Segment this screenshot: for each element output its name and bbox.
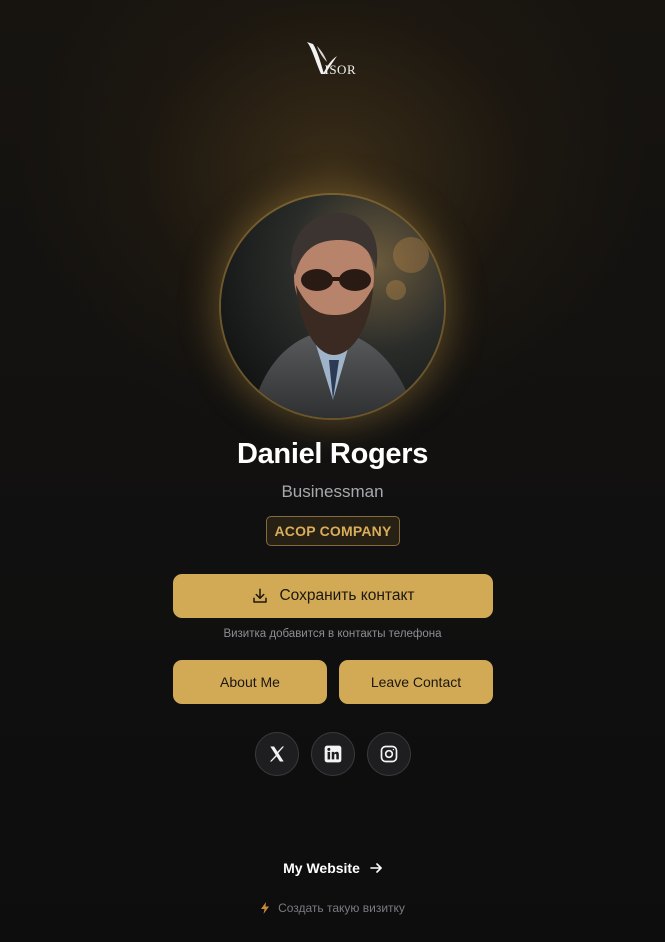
create-card-label: Создать такую визитку [278,901,405,915]
leave-contact-label: Leave Contact [370,674,462,690]
profile-photo [221,195,444,418]
create-card-link[interactable]: Создать такую визитку [0,901,665,915]
profile-name: Daniel Rogers [236,438,429,470]
instagram-button[interactable] [367,732,411,776]
company-badge: ACOP COMPANY [266,516,400,546]
lightning-icon [261,902,270,914]
save-contact-label: Сохранить контакт [279,587,415,604]
arrow-right-icon [370,863,382,873]
about-me-label: About Me [220,674,280,690]
wing-v-logo-icon: ISOR [303,38,363,78]
x-twitter-button[interactable] [255,732,299,776]
about-me-button[interactable]: About Me [173,660,327,704]
leave-contact-button[interactable]: Leave Contact [339,660,493,704]
linkedin-button[interactable] [311,732,355,776]
x-twitter-icon [269,746,285,762]
my-website-label: My Website [283,860,360,876]
save-contact-button[interactable]: Сохранить контакт [173,574,493,618]
instagram-icon [380,745,398,763]
linkedin-icon [324,745,342,763]
my-website-link[interactable]: My Website [0,860,665,876]
logo-text: ISOR [324,62,357,77]
download-icon [253,588,268,603]
brand-logo: ISOR [0,38,665,78]
social-links [255,732,411,776]
save-hint: Визитка добавится в контакты телефона [223,628,442,640]
profile-role: Businessman [281,482,384,501]
